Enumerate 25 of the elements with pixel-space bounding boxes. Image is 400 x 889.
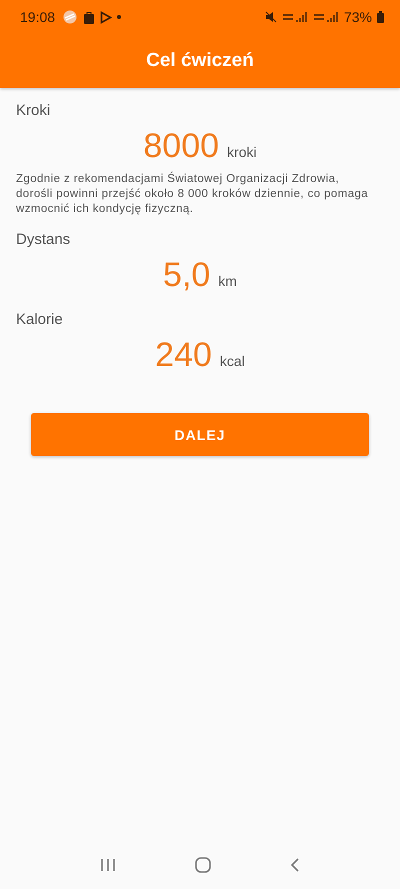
back-icon[interactable] <box>290 858 300 872</box>
dot-icon <box>117 15 122 19</box>
goal-unit: km <box>218 273 237 289</box>
app-icon <box>62 10 78 24</box>
goal-unit: kcal <box>220 353 245 369</box>
bag-icon <box>83 10 96 24</box>
mute-icon <box>264 11 277 23</box>
battery-level: 73% <box>344 9 372 25</box>
signal-icon <box>282 11 308 23</box>
next-button[interactable]: DALEJ <box>31 413 369 456</box>
status-time: 19:08 <box>20 9 56 25</box>
goal-label: Kroki <box>16 102 52 119</box>
goal-label: Dystans <box>16 231 72 248</box>
goal-value[interactable]: 240 <box>155 336 212 375</box>
goal-value[interactable]: 8000 <box>143 127 220 166</box>
recent-apps-icon[interactable] <box>100 858 116 872</box>
goal-value[interactable]: 5,0 <box>163 256 210 295</box>
battery-icon <box>377 11 384 23</box>
goal-label: Kalorie <box>16 311 64 328</box>
goal-unit: kroki <box>227 144 257 160</box>
home-icon[interactable] <box>194 857 211 873</box>
goal-note: Zgodnie z rekomendacjami Światowej Organizacji Zdrowia, dorośli powinni przejść około 8 000 kroków dziennie, co pomaga wzmocnić ich kondycję fizyczną. <box>16 172 370 217</box>
play-icon <box>100 10 112 24</box>
screen-title: Cel ćwiczeń <box>146 50 254 72</box>
signal-icon <box>312 11 339 23</box>
